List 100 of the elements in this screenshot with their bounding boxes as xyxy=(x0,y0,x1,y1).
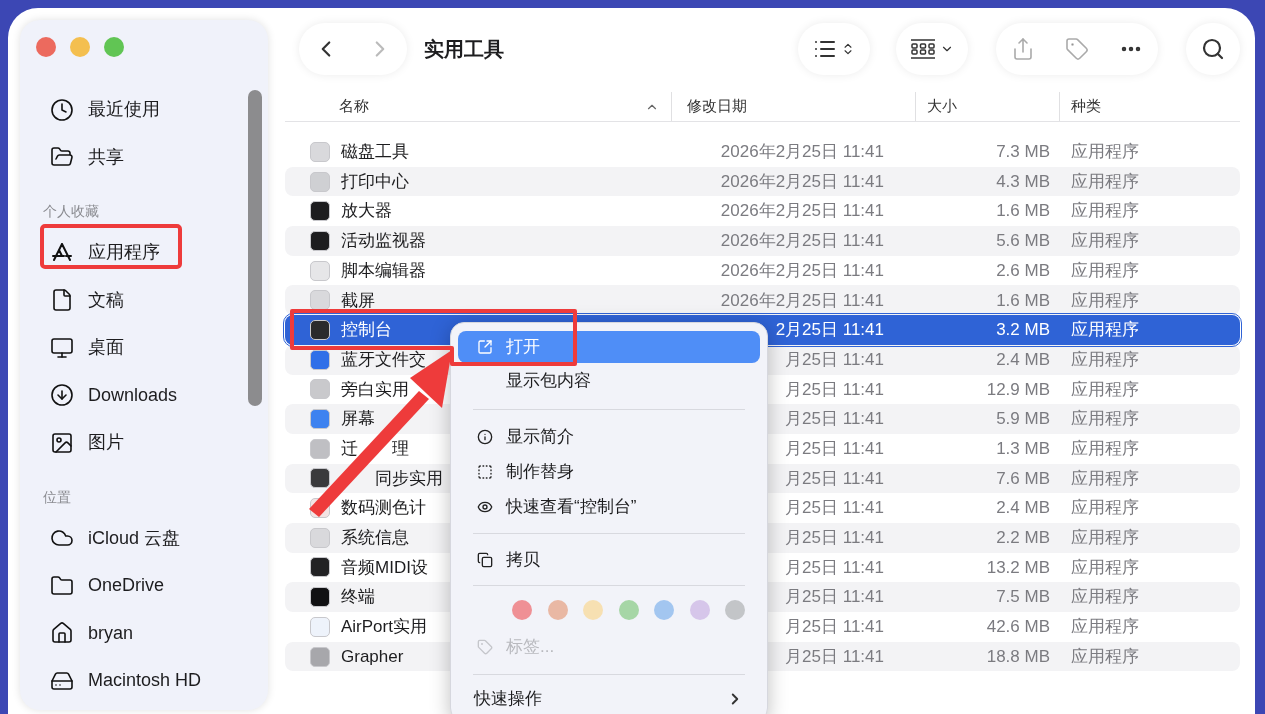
grid-icon xyxy=(910,39,936,59)
sidebar-item[interactable]: Macintosh HD xyxy=(88,667,202,695)
tag-button[interactable] xyxy=(1065,37,1089,61)
sidebar-item[interactable]: iCloud 云盘 xyxy=(88,524,181,552)
sidebar-section-header: 位置 xyxy=(43,487,71,507)
app-icon xyxy=(310,319,330,340)
file-size: 7.5 MB xyxy=(995,586,1051,609)
file-size: 2.2 MB xyxy=(995,527,1051,550)
file-kind: 应用程序 xyxy=(1070,259,1140,282)
column-header[interactable]: 大小 xyxy=(927,95,957,118)
file-kind: 应用程序 xyxy=(1070,497,1140,520)
file-size: 1.3 MB xyxy=(995,437,1051,460)
app-icon xyxy=(310,527,330,548)
modified-date: 2026年2月25日 11:41 xyxy=(719,259,885,282)
file-kind: 应用程序 xyxy=(1070,319,1140,342)
modified-date: 2026年2月25日 11:41 xyxy=(719,200,885,223)
file-size: 2.4 MB xyxy=(995,348,1051,371)
file-size: 5.6 MB xyxy=(995,230,1051,253)
file-kind: 应用程序 xyxy=(1070,378,1140,401)
menu-item[interactable]: 拷贝 xyxy=(458,542,760,577)
app-icon xyxy=(310,290,330,311)
modified-date: 月25日 11:41 xyxy=(784,348,885,371)
app-icon xyxy=(310,171,330,192)
clock-icon xyxy=(50,97,74,122)
file-name: 数码测色计 xyxy=(341,497,426,520)
file-kind: 应用程序 xyxy=(1070,170,1140,193)
modified-date: 2月25日 11:41 xyxy=(774,319,885,342)
download-icon xyxy=(50,383,74,408)
copy-icon xyxy=(477,551,493,568)
file-size: 1.6 MB xyxy=(995,289,1051,312)
modified-date: 月25日 11:41 xyxy=(784,616,885,639)
sidebar-item[interactable]: OneDrive xyxy=(88,572,165,600)
folder-icon xyxy=(50,573,74,598)
modified-date: 月25日 11:41 xyxy=(784,467,885,490)
app-icon xyxy=(310,587,330,608)
app-icon xyxy=(310,646,330,667)
app-icon xyxy=(310,201,330,222)
modified-date: 月25日 11:41 xyxy=(784,527,885,550)
sidebar-item[interactable]: 图片 xyxy=(88,429,124,457)
file-kind: 应用程序 xyxy=(1070,348,1140,371)
file-name: Grapher xyxy=(341,645,404,668)
file-size: 2.6 MB xyxy=(995,259,1051,282)
app-icon xyxy=(310,616,330,637)
sidebar-item[interactable]: 桌面 xyxy=(88,334,124,362)
file-kind: 应用程序 xyxy=(1070,437,1140,460)
file-size: 5.9 MB xyxy=(995,408,1051,431)
menu-item[interactable]: 制作替身 xyxy=(458,454,760,489)
file-kind: 应用程序 xyxy=(1070,408,1140,431)
file-name: 迁 xyxy=(341,437,358,460)
file-kind: 应用程序 xyxy=(1070,141,1140,164)
sidebar-item[interactable]: bryan xyxy=(88,619,134,647)
file-size: 42.6 MB xyxy=(985,616,1051,639)
file-name: 终端 xyxy=(341,586,375,609)
zoom-window-button[interactable] xyxy=(104,37,124,57)
menu-item[interactable]: 显示简介 xyxy=(458,419,760,454)
column-header[interactable]: 名称 xyxy=(339,95,369,118)
file-size: 12.9 MB xyxy=(985,378,1051,401)
file-kind: 应用程序 xyxy=(1070,616,1140,639)
app-icon xyxy=(310,438,330,459)
file-kind: 应用程序 xyxy=(1070,586,1140,609)
file-name: 旁白实用 xyxy=(341,378,409,401)
sidebar-section-header: 个人收藏 xyxy=(43,202,99,221)
app-icon xyxy=(310,260,330,281)
sidebar-item[interactable]: 共享 xyxy=(88,143,124,171)
scrollbar[interactable] xyxy=(248,90,262,406)
file-kind: 应用程序 xyxy=(1070,230,1140,253)
file-name: 音频MIDI设 xyxy=(341,556,428,579)
sidebar-item[interactable]: 文稿 xyxy=(88,286,124,314)
sidebar-item[interactable]: 最近使用 xyxy=(88,96,160,124)
app-icon xyxy=(310,379,330,400)
file-name: 截屏 xyxy=(341,289,375,312)
app-icon xyxy=(310,409,330,430)
file-name: 磁盘工具 xyxy=(341,141,409,164)
modified-date: 2026年2月25日 11:41 xyxy=(719,230,885,253)
file-size: 13.2 MB xyxy=(985,556,1051,579)
minimize-window-button[interactable] xyxy=(70,37,90,57)
file-kind: 应用程序 xyxy=(1070,467,1140,490)
modified-date: 月25日 11:41 xyxy=(784,645,885,668)
search-icon xyxy=(1201,37,1225,61)
file-name: 放大器 xyxy=(341,200,392,223)
file-kind: 应用程序 xyxy=(1070,645,1140,668)
file-name: 活动监视器 xyxy=(341,230,426,253)
file-name: 屏幕 xyxy=(341,408,375,431)
share-button[interactable] xyxy=(1011,37,1035,61)
modified-date: 2026年2月25日 11:41 xyxy=(719,141,885,164)
app-icon xyxy=(310,230,330,251)
menu-item[interactable]: 快速查看“控制台” xyxy=(458,489,760,524)
file-name: 打印中心 xyxy=(341,170,409,193)
column-header[interactable]: 修改日期 xyxy=(687,95,747,118)
file-size: 7.6 MB xyxy=(995,467,1051,490)
column-header[interactable]: 种类 xyxy=(1071,95,1101,118)
menu-item[interactable]: 显示包内容 xyxy=(458,363,760,399)
sidebar-item[interactable]: 应用程序 xyxy=(88,239,160,267)
menu-item[interactable]: 快速操作 xyxy=(458,681,760,714)
sidebar-item[interactable]: Downloads xyxy=(88,381,178,409)
file-size: 2.4 MB xyxy=(995,497,1051,520)
app-icon xyxy=(310,141,330,162)
file-size: 1.6 MB xyxy=(995,200,1051,223)
close-window-button[interactable] xyxy=(36,37,56,57)
modified-date: 2026年2月25日 11:41 xyxy=(719,170,885,193)
